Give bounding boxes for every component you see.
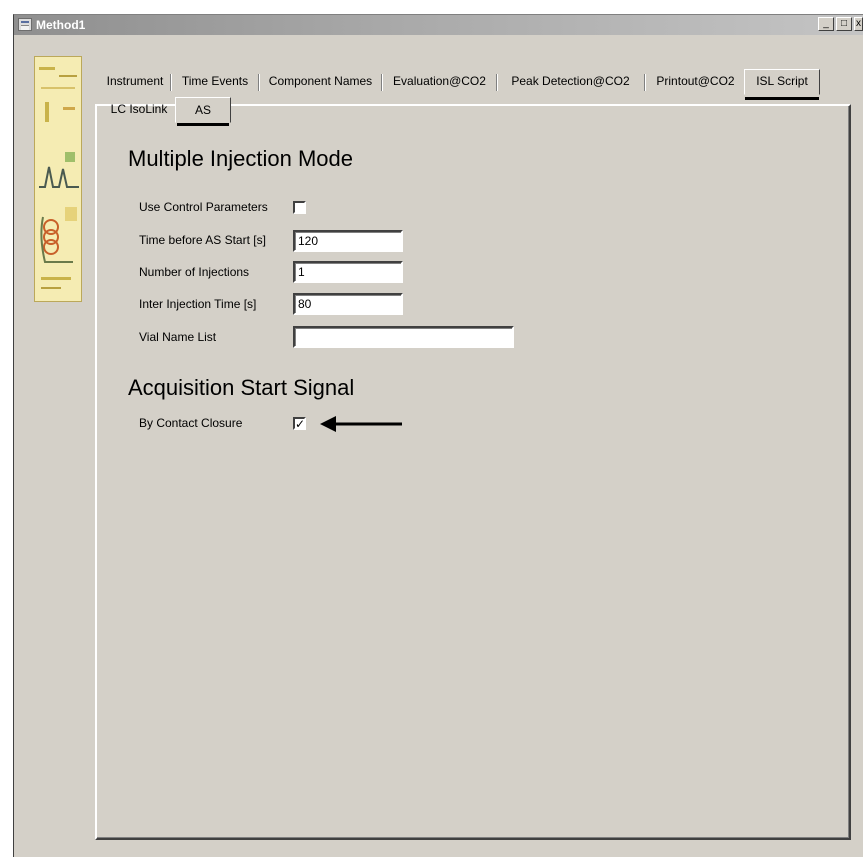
- window-controls: _ □ x: [816, 17, 863, 33]
- tab-isl-script[interactable]: ISL Script: [744, 69, 820, 95]
- title-bar[interactable]: Method1 _ □ x: [14, 15, 863, 35]
- tab-divider: [381, 74, 383, 91]
- window-app-icon: [18, 18, 32, 31]
- active-tab-underline: [745, 97, 819, 100]
- check-mark-icon: ✓: [295, 417, 306, 430]
- tab-printout-co2[interactable]: Printout@CO2: [648, 71, 743, 93]
- vial-name-list-label: Vial Name List: [139, 330, 217, 344]
- tab-evaluation-co2[interactable]: Evaluation@CO2: [385, 71, 494, 93]
- tab-divider: [258, 74, 260, 91]
- tab-divider: [170, 74, 172, 91]
- subtab-as[interactable]: AS: [175, 97, 231, 123]
- maximize-button[interactable]: □: [836, 17, 852, 31]
- time-before-as-start-input[interactable]: [293, 230, 403, 252]
- close-button[interactable]: x: [854, 17, 863, 31]
- acquisition-start-heading: Acquisition Start Signal: [128, 375, 355, 400]
- number-of-injections-label: Number of Injections: [139, 265, 250, 279]
- left-arrow-icon: [320, 416, 402, 432]
- tab-peak-detection-co2[interactable]: Peak Detection@CO2: [500, 71, 641, 93]
- number-of-injections-input[interactable]: [293, 261, 403, 283]
- inter-injection-time-label: Inter Injection Time [s]: [139, 297, 257, 311]
- tab-divider: [496, 74, 498, 91]
- use-control-parameters-checkbox[interactable]: [293, 201, 306, 214]
- tab-instrument[interactable]: Instrument: [101, 71, 169, 93]
- subtab-lc-isolink[interactable]: LC IsoLink: [104, 99, 174, 121]
- instrument-logo-image: [34, 56, 82, 302]
- panel-shadow: [97, 106, 849, 838]
- vial-name-list-input[interactable]: [293, 326, 514, 348]
- tab-divider: [644, 74, 646, 91]
- logo-graphic: [35, 57, 81, 301]
- multiple-injection-heading: Multiple Injection Mode: [128, 146, 354, 171]
- minimize-button[interactable]: _: [818, 17, 834, 31]
- window-title: Method1: [36, 18, 86, 32]
- tab-time-events[interactable]: Time Events: [174, 71, 256, 93]
- method-window: Method1 _ □ x Instrument Time Events Com…: [13, 14, 863, 857]
- time-before-as-start-label: Time before AS Start [s]: [139, 233, 266, 247]
- tab-content-panel: [95, 104, 851, 840]
- active-subtab-underline: [177, 123, 229, 126]
- tab-component-names[interactable]: Component Names: [262, 71, 379, 93]
- inter-injection-time-input[interactable]: [293, 293, 403, 315]
- use-control-parameters-label: Use Control Parameters: [139, 200, 268, 214]
- by-contact-closure-checkbox[interactable]: ✓: [293, 417, 306, 430]
- by-contact-closure-label: By Contact Closure: [139, 416, 243, 430]
